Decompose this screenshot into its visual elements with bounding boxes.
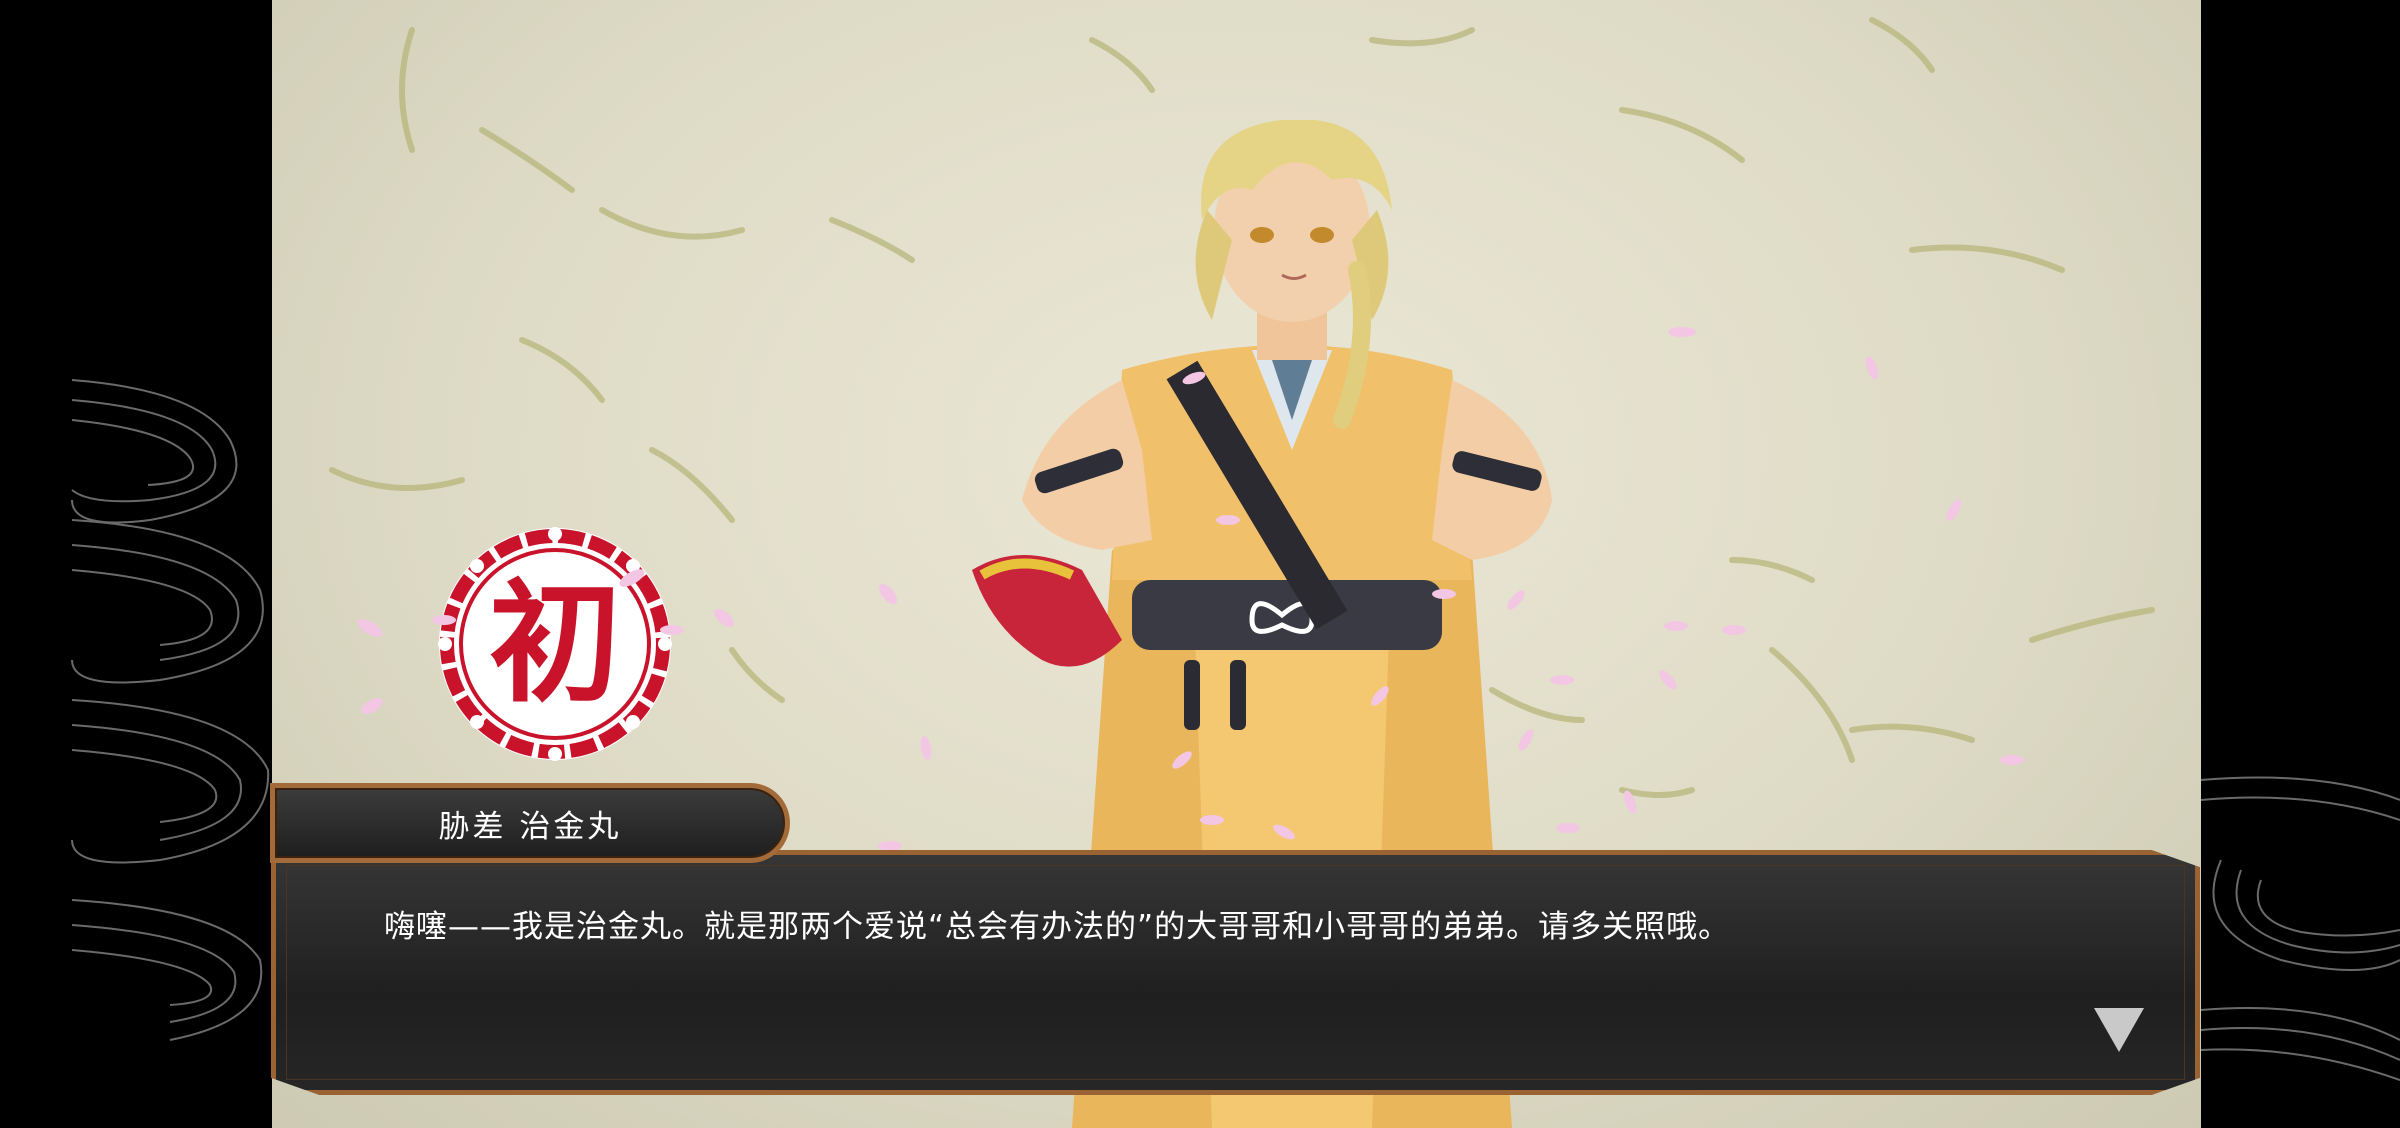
dialog-inner-border [286,865,2185,1080]
wave-pattern-left [71,379,270,1041]
advance-arrow-icon[interactable] [2094,1008,2144,1052]
wave-pattern-right [2201,776,2400,1081]
dialog-text: 嗨噻——我是治金丸。就是那两个爱说“总会有办法的”的大哥哥和小哥哥的弟弟。请多关… [384,909,1731,945]
right-wave-panel [2201,0,2400,1128]
speaker-name-plate: 胁差 治金丸 [270,783,790,863]
speaker-name: 胁差 治金丸 [438,808,622,845]
left-wave-panel [0,0,272,1128]
dialog-box[interactable]: 嗨噻——我是治金丸。就是那两个爱说“总会有办法的”的大哥哥和小哥哥的弟弟。请多关… [271,850,2200,1095]
